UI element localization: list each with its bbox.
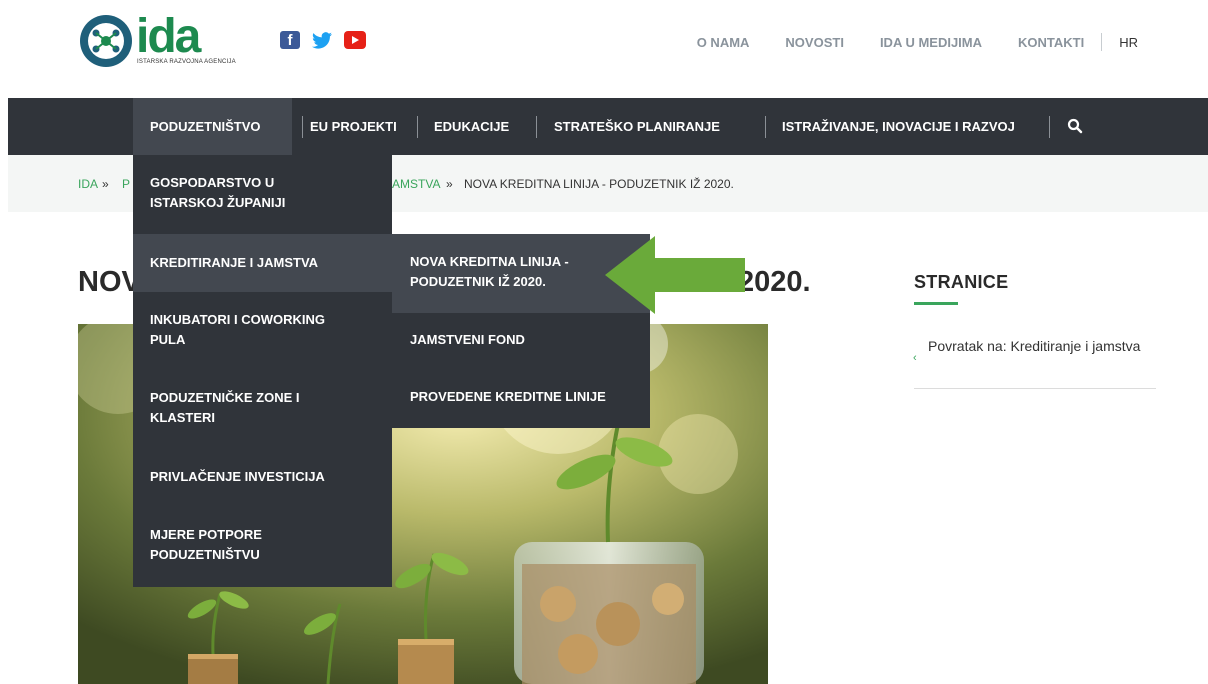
page-title-end: 2020. [738,266,811,298]
dropdown-item-label: INKUBATORI I COWORKING [150,312,326,327]
language-switch[interactable]: HR [1119,35,1138,50]
dropdown-item-privlacenje-investicija[interactable]: PRIVLAČENJE INVESTICIJA [133,467,392,487]
top-header: ida ISTARSKA RAZVOJNA AGENCIJA f O NAMA … [0,0,1208,98]
logo-wordmark: ida [136,10,201,63]
sidebar-title-underline [914,302,958,305]
sidebar-title: STRANICE [914,272,1009,292]
main-nav-divider [1049,116,1050,138]
dropdown-item-label: ISTARSKOJ ŽUPANIJI [150,195,286,210]
top-nav-kontakti[interactable]: KONTAKTI [1018,35,1084,50]
facebook-icon[interactable]: f [280,31,300,49]
youtube-icon[interactable] [344,31,366,49]
top-nav-ida-u-medijima[interactable]: IDA U MEDIJIMA [880,35,982,50]
green-arrow-annotation [605,236,745,319]
main-nav-eu-projekti[interactable]: EU PROJEKTI [310,98,397,155]
breadcrumb-current: NOVA KREDITNA LINIJA - PODUZETNIK IŽ 202… [464,177,734,191]
search-icon[interactable] [1067,118,1083,139]
dropdown-item-label: KREDITIRANJE I JAMSTVA [150,255,319,270]
breadcrumb-kreditiranje-link[interactable]: AMSTVA [392,177,440,191]
dropdown-item-label: PRIVLAČENJE INVESTICIJA [150,469,325,484]
ida-logo[interactable]: ida ISTARSKA RAZVOJNA AGENCIJA [80,10,240,67]
breadcrumb-separator: » [102,177,109,191]
social-links: f [280,31,366,49]
top-nav-novosti[interactable]: NOVOSTI [785,35,844,50]
top-nav-divider [1101,33,1103,51]
dropdown-item-poduzetnicke-zone[interactable]: PODUZETNIČKE ZONE I KLASTERI [133,388,392,428]
main-nav-poduzetnistvo[interactable]: PODUZETNIŠTVO [133,98,292,155]
subdropdown-item-provedene-kreditne-linije[interactable]: PROVEDENE KREDITNE LINIJE [392,387,650,407]
subdropdown-item-label: JAMSTVENI FOND [410,332,525,347]
dropdown-item-label: KLASTERI [150,410,215,425]
main-nav-divider [536,116,537,138]
main-nav-stratesko-planiranje[interactable]: STRATEŠKO PLANIRANJE [554,98,720,155]
dropdown-item-label: MJERE POTPORE [150,527,262,542]
main-nav-divider [765,116,766,138]
sidebar-back-link[interactable]: Povratak na: Kreditiranje i jamstva [928,336,1148,356]
dropdown-item-label: GOSPODARSTVO U [150,175,275,190]
breadcrumb-home-link[interactable]: IDA [78,177,98,191]
dropdown-item-label: PODUZETNIČKE ZONE I [150,390,300,405]
dropdown-item-kreditiranje[interactable]: KREDITIRANJE I JAMSTVA [133,234,392,292]
top-nav: O NAMA NOVOSTI IDA U MEDIJIMA KONTAKTI H… [661,33,1138,51]
dropdown-item-label: PODUZETNIŠTVU [150,547,260,562]
main-nav-istrazivanje[interactable]: ISTRAŽIVANJE, INOVACIJE I RAZVOJ [782,98,1015,155]
subdropdown-item-label: PROVEDENE KREDITNE LINIJE [410,389,606,404]
breadcrumb-parent-link[interactable]: P [122,177,130,191]
logo-mark-icon [80,15,132,67]
main-nav-edukacije[interactable]: EDUKACIJE [434,98,509,155]
top-nav-o-nama[interactable]: O NAMA [697,35,750,50]
main-nav-divider [417,116,418,138]
twitter-icon[interactable] [312,31,332,49]
logo-subtitle: ISTARSKA RAZVOJNA AGENCIJA [137,59,236,65]
page-title-start: NOV [78,266,141,298]
dropdown-item-inkubatori[interactable]: INKUBATORI I COWORKING PULA [133,310,392,350]
dropdown-item-mjere-potpore[interactable]: MJERE POTPORE PODUZETNIŠTVU [133,525,392,565]
breadcrumb-separator: » [446,177,453,191]
main-nav-divider [302,116,303,138]
main-nav: PODUZETNIŠTVO EU PROJEKTI EDUKACIJE STRA… [8,98,1208,155]
dropdown-item-label: PULA [150,332,186,347]
dropdown-item-gospodarstvo[interactable]: GOSPODARSTVO U ISTARSKOJ ŽUPANIJI [133,173,392,213]
chevron-left-icon: ‹ [913,352,917,364]
subdropdown-item-jamstveni-fond[interactable]: JAMSTVENI FOND [392,330,650,350]
sidebar-divider [914,388,1156,389]
poduzetnistvo-dropdown: GOSPODARSTVO U ISTARSKOJ ŽUPANIJI KREDIT… [133,155,392,587]
